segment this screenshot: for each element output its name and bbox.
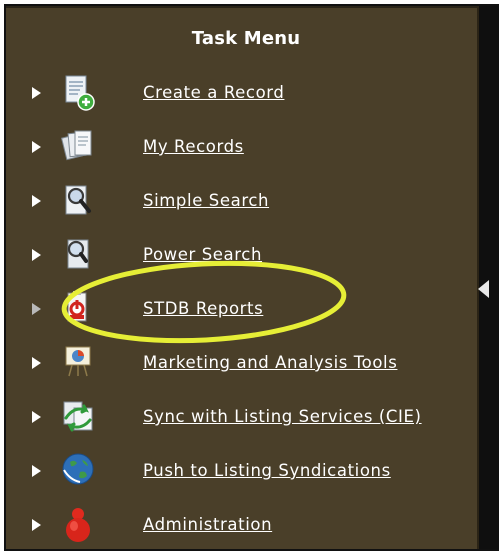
bullet-arrow-icon (32, 87, 41, 99)
bullet-arrow-icon (32, 141, 41, 153)
easel-chart-icon (65, 346, 91, 377)
content-area-edge (479, 6, 499, 549)
sync-arrows-icon (63, 401, 93, 432)
menu-item-label[interactable]: My Records (143, 137, 244, 156)
bullet-arrow-icon (32, 303, 41, 315)
bullet-arrow-icon (32, 465, 41, 477)
menu-item-simple-search[interactable]: Simple Search (6, 180, 466, 228)
bullet-arrow-icon (32, 195, 41, 207)
admin-gear-icon (66, 508, 90, 542)
menu-item-label[interactable]: STDB Reports (143, 299, 263, 318)
bullet-arrow-icon (32, 411, 41, 423)
menu-item-sync-listing[interactable]: Sync with Listing Services (CIE) (6, 396, 466, 444)
menu-item-label[interactable]: Sync with Listing Services (CIE) (143, 407, 422, 426)
document-add-icon (65, 75, 95, 111)
menu-item-my-records[interactable]: My Records (6, 126, 466, 174)
bullet-arrow-icon (32, 519, 41, 531)
panel-title: Task Menu (191, 28, 301, 49)
bullet-arrow-icon (32, 249, 41, 261)
bullet-arrow-icon (32, 357, 41, 369)
collapse-panel-arrow-icon[interactable] (478, 280, 489, 298)
menu-item-label[interactable]: Push to Listing Syndications (143, 461, 391, 480)
task-menu-panel: Task Menu Create a Record My Records Sim… (4, 4, 499, 551)
menu-item-label[interactable]: Administration (143, 515, 272, 534)
menu-item-label[interactable]: Create a Record (143, 83, 284, 102)
menu-item-marketing-analysis[interactable]: Marketing and Analysis Tools (6, 342, 466, 390)
menu-item-power-search[interactable]: Power Search (6, 234, 466, 282)
menu-item-administration[interactable]: Administration (6, 504, 466, 549)
menu-item-label[interactable]: Simple Search (143, 191, 269, 210)
menu-item-label[interactable]: Marketing and Analysis Tools (143, 353, 397, 372)
menu-item-push-syndications[interactable]: Push to Listing Syndications (6, 450, 466, 498)
records-stack-icon (60, 130, 92, 161)
magnifier-document-icon (67, 239, 89, 269)
reports-clipboard-icon (67, 291, 87, 322)
globe-icon (62, 453, 94, 485)
magnifier-document-icon (65, 185, 91, 215)
menu-item-label[interactable]: Power Search (143, 245, 262, 264)
panel-top-border (6, 6, 499, 8)
menu-item-create-record[interactable]: Create a Record (6, 72, 466, 120)
menu-item-stdb-reports[interactable]: STDB Reports (6, 288, 466, 336)
